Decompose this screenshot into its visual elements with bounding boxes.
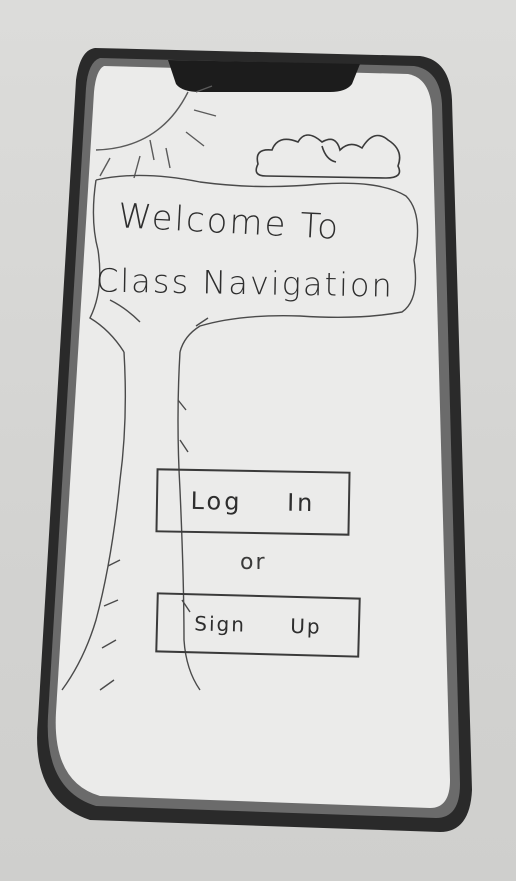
or-separator: or (240, 550, 267, 575)
phone-sketch (37, 48, 472, 832)
login-button-label: Log In (190, 486, 316, 518)
login-button[interactable]: Log In (155, 468, 351, 536)
photo-background: Welcome To Class Navigation Log In or Si… (0, 0, 516, 881)
phone-notch (168, 60, 360, 92)
signup-button-label: Sign Up (194, 611, 322, 639)
welcome-title-line-2: Class Navigation (95, 261, 395, 305)
signup-button[interactable]: Sign Up (155, 592, 361, 658)
